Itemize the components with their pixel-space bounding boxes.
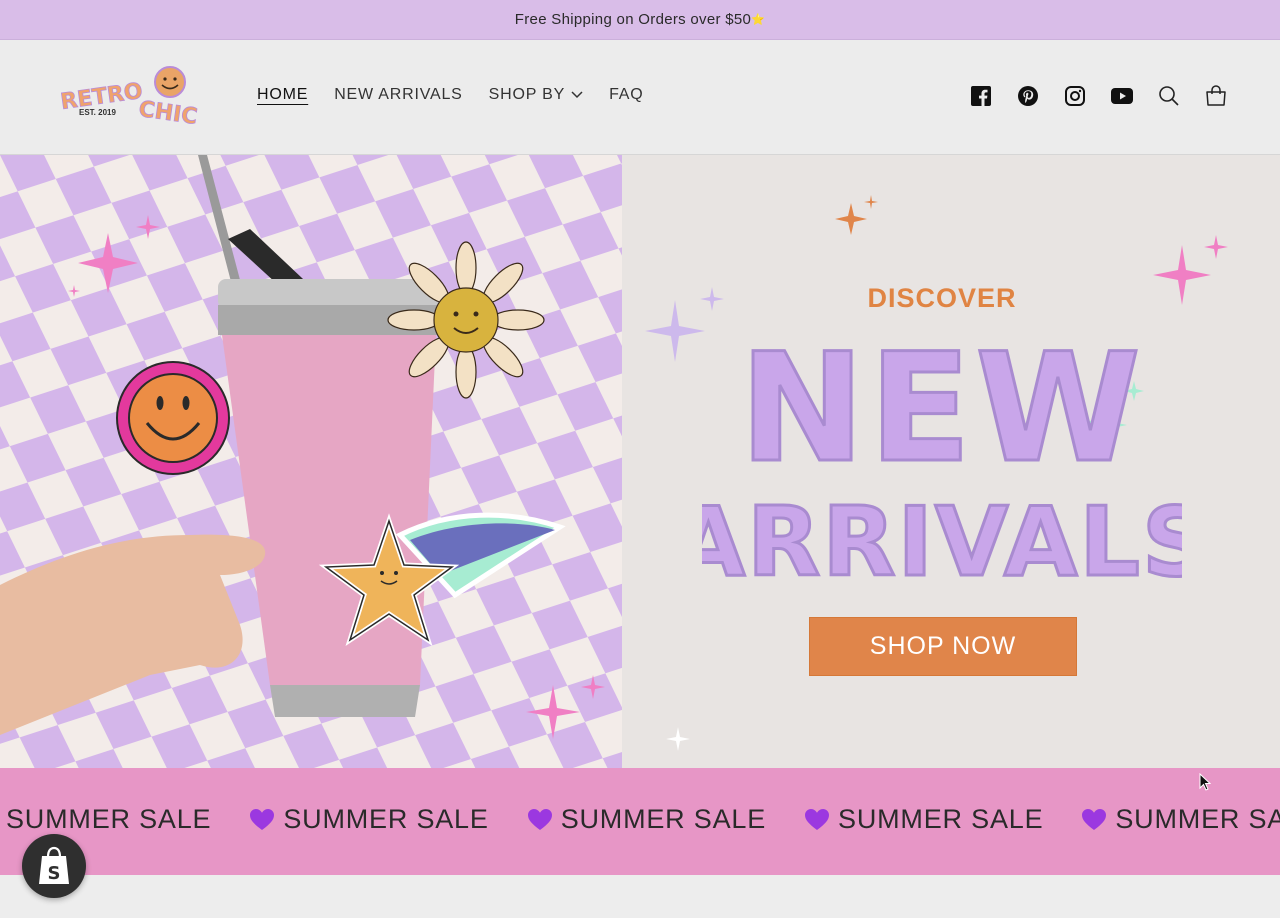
announcement-text: Free Shipping on Orders over $50 bbox=[514, 11, 752, 28]
hero-title-line2: ARRIVALS bbox=[702, 488, 1182, 585]
nav-faq[interactable]: FAQ bbox=[609, 86, 643, 104]
purple-heart-icon bbox=[1082, 808, 1107, 830]
marquee-item: SUMMER SALE bbox=[804, 804, 1043, 835]
marquee-item: SUMMER SALE bbox=[1081, 804, 1280, 835]
marquee-item: SUMMER SALE bbox=[527, 804, 766, 835]
svg-text:CHIC: CHIC bbox=[137, 97, 199, 130]
nav-new-arrivals-label: NEW ARRIVALS bbox=[334, 86, 463, 103]
logo-graphic: RETRO CHIC bbox=[59, 66, 199, 130]
next-section bbox=[0, 875, 1280, 918]
purple-heart-icon bbox=[527, 808, 552, 830]
logo-est-label: EST. 2019 bbox=[79, 108, 116, 117]
hero-title: NEW ARRIVALS bbox=[702, 325, 1182, 585]
svg-text:S: S bbox=[48, 863, 61, 884]
shop-now-button[interactable]: SHOP NOW bbox=[809, 617, 1077, 676]
marquee-text: SUMMER SALE bbox=[283, 804, 489, 834]
hero-banner: DISCOVER NEW ARRIVALS SHOP NOW bbox=[0, 155, 1280, 768]
hero-image bbox=[0, 155, 622, 768]
main-nav: HOME NEW ARRIVALS SHOP BY FAQ bbox=[257, 86, 644, 104]
facebook-icon[interactable] bbox=[969, 84, 993, 108]
hero-content: DISCOVER NEW ARRIVALS SHOP NOW bbox=[622, 155, 1280, 768]
marquee-text: SUMMER SALE bbox=[1115, 804, 1280, 834]
site-header: RETRO CHIC EST. 2019 HOME NEW ARRIVALS S… bbox=[0, 40, 1280, 155]
marquee-track: SUMMER SALE SUMMER SALE SUMMER SALE SUMM… bbox=[0, 804, 1280, 835]
chevron-down-icon bbox=[571, 91, 583, 99]
nav-home-label: HOME bbox=[257, 86, 309, 103]
pinterest-icon[interactable] bbox=[1016, 84, 1040, 108]
search-icon[interactable] bbox=[1157, 84, 1181, 108]
tumbler-photo-illustration bbox=[0, 155, 622, 768]
header-icons bbox=[969, 84, 1228, 108]
nav-shop-by-label: SHOP BY bbox=[488, 86, 566, 103]
marquee-text: SUMMER SALE bbox=[6, 804, 212, 834]
marquee-text: SUMMER SALE bbox=[838, 804, 1044, 834]
star-emoji-icon: ⭐ bbox=[751, 14, 766, 26]
purple-heart-icon bbox=[250, 808, 275, 830]
mouse-cursor-icon bbox=[1199, 773, 1211, 791]
instagram-icon[interactable] bbox=[1063, 84, 1087, 108]
nav-new-arrivals[interactable]: NEW ARRIVALS bbox=[334, 86, 462, 104]
marquee-item: SUMMER SALE bbox=[0, 804, 211, 835]
sale-marquee: SUMMER SALE SUMMER SALE SUMMER SALE SUMM… bbox=[0, 768, 1280, 875]
nav-home[interactable]: HOME bbox=[257, 86, 308, 104]
hero-eyebrow: DISCOVER bbox=[867, 283, 1017, 313]
marquee-item: SUMMER SALE bbox=[249, 804, 488, 835]
hero-title-line1: NEW bbox=[739, 325, 1144, 496]
purple-heart-icon bbox=[805, 808, 830, 830]
store-logo[interactable]: RETRO CHIC EST. 2019 bbox=[58, 62, 208, 132]
nav-shop-by[interactable]: SHOP BY bbox=[489, 86, 583, 104]
youtube-icon[interactable] bbox=[1110, 84, 1134, 108]
marquee-text: SUMMER SALE bbox=[560, 804, 767, 834]
nav-faq-label: FAQ bbox=[609, 86, 644, 103]
announcement-bar: Free Shipping on Orders over $50 ⭐ bbox=[0, 0, 1280, 40]
cart-icon[interactable] bbox=[1204, 84, 1228, 108]
shopify-bag-icon[interactable]: S bbox=[22, 834, 86, 898]
